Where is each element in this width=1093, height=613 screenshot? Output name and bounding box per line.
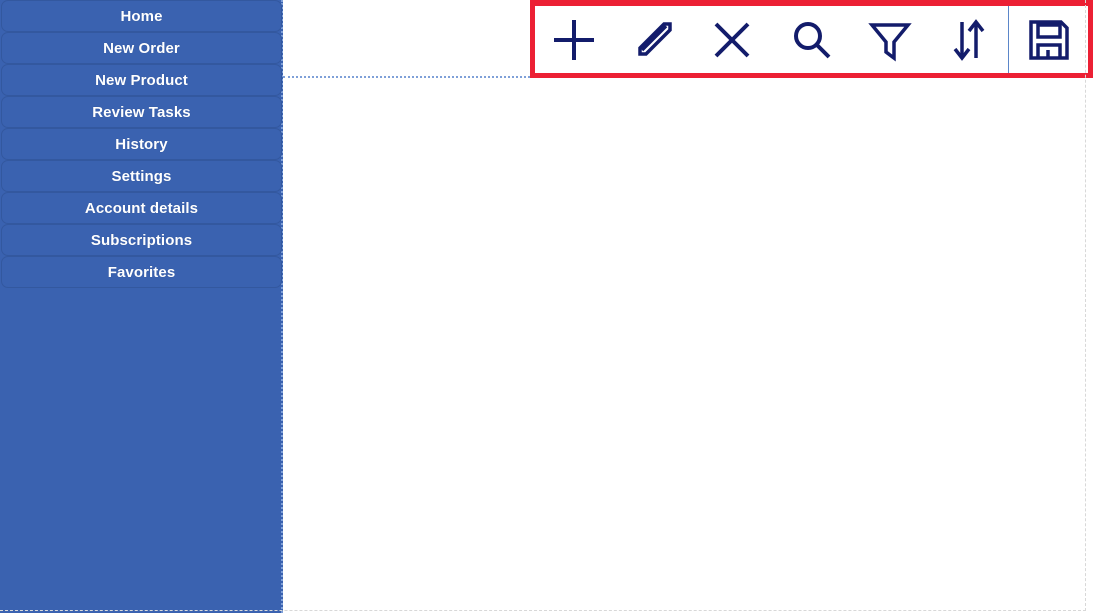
sort-button[interactable] — [929, 6, 1008, 73]
sidebar-item-label: Subscriptions — [90, 232, 193, 249]
sidebar-item-account-details[interactable]: Account details — [1, 192, 282, 224]
filter-funnel-icon — [868, 22, 912, 61]
sidebar-item-label: Favorites — [107, 264, 176, 281]
action-toolbar — [530, 0, 1093, 78]
sidebar-item-label: Account details — [84, 200, 199, 217]
sidebar-item-label: Settings — [111, 168, 172, 185]
search-icon — [794, 21, 831, 58]
close-x-icon — [714, 22, 750, 57]
sidebar-item-label: History — [115, 136, 168, 153]
sidebar-item-review-tasks[interactable]: Review Tasks — [1, 96, 282, 128]
filter-button[interactable] — [850, 6, 929, 73]
sidebar-item-new-order[interactable]: New Order — [1, 32, 282, 64]
sidebar-item-favorites[interactable]: Favorites — [1, 256, 282, 288]
sidebar-item-subscriptions[interactable]: Subscriptions — [1, 224, 282, 256]
sidebar-item-label: New Order — [103, 40, 180, 57]
save-floppy-icon — [1028, 19, 1069, 60]
main-content-panel — [283, 0, 1093, 613]
sort-arrows-icon — [953, 18, 985, 61]
add-button[interactable] — [535, 6, 614, 73]
sidebar-item-label: New Product — [95, 72, 188, 89]
pencil-icon — [638, 21, 673, 56]
sidebar-navigation: Home New Order New Product Review Tasks … — [0, 0, 283, 613]
search-button[interactable] — [772, 6, 851, 73]
work-area — [567, 78, 1093, 611]
plus-icon — [554, 19, 595, 60]
sidebar-item-new-product[interactable]: New Product — [1, 64, 282, 96]
toolbar-button-group — [535, 6, 1088, 73]
save-button[interactable] — [1008, 6, 1088, 73]
application-window: Home New Order New Product Review Tasks … — [0, 0, 1093, 613]
sidebar-menu-list: Home New Order New Product Review Tasks … — [0, 0, 283, 288]
delete-button[interactable] — [693, 6, 772, 73]
sidebar-item-label: Review Tasks — [92, 104, 191, 121]
edit-button[interactable] — [614, 6, 693, 73]
sidebar-item-history[interactable]: History — [1, 128, 282, 160]
sidebar-item-home[interactable]: Home — [1, 0, 282, 32]
header-divider — [283, 76, 530, 78]
sidebar-item-label: Home — [120, 8, 163, 25]
sidebar-item-settings[interactable]: Settings — [1, 160, 282, 192]
